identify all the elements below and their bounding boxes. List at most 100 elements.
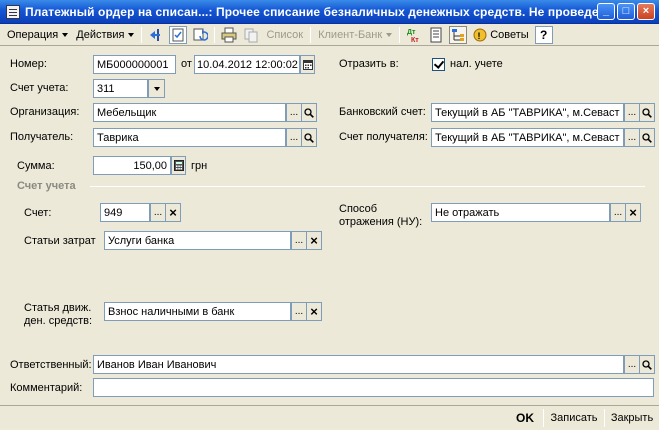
client-bank-menu-button[interactable]: Клиент-Банк [314,25,396,45]
tips-label: Советы [490,28,529,41]
responsible-select-button[interactable]: ... [624,355,640,374]
clear-icon: × [169,205,177,220]
recipient-account-open-button[interactable] [639,128,655,147]
maximize-button[interactable]: □ [617,3,635,20]
save-button[interactable]: Записать [546,408,602,428]
cash-flow-item-select-button[interactable]: ... [291,302,307,321]
button-separator [604,409,605,427]
close-button[interactable]: Закрыть [607,408,657,428]
comment-input[interactable] [93,378,654,397]
account-label: Счет учета: [10,82,69,94]
operation-menu-button[interactable]: Операция [3,25,72,45]
toolbar-separator [399,26,401,43]
magnifier-icon [642,107,652,118]
cost-item-clear-button[interactable]: × [306,231,322,250]
account-dropdown-button[interactable] [148,79,165,98]
client-bank-label: Клиент-Банк [318,28,383,41]
dt-kt-icon: ДтКт [407,29,419,43]
tax-method-clear-button[interactable]: × [625,203,641,222]
magnifier-icon [304,132,314,143]
cash-flow-item-clear-button[interactable]: × [306,302,322,321]
sum-input[interactable]: 150,00 [93,156,171,175]
cash-flow-label-line1: Статья движ. [24,302,92,314]
title-bar: Платежный ордер на списан...: Прочее спи… [0,0,659,24]
hierarchy-icon [452,28,465,41]
document-icon [6,4,20,19]
currency-label: грн [191,160,208,172]
svg-text:!: ! [478,31,481,41]
sub-account-input[interactable]: 949 [100,203,150,222]
account-select[interactable]: 311 [93,79,148,98]
post-button[interactable] [169,25,188,44]
tax-accounting-label: нал. учете [450,58,503,70]
tips-button[interactable]: ! Советы [469,25,532,45]
calculator-icon [173,160,184,171]
recipient-open-button[interactable] [301,128,317,147]
structure-button[interactable] [449,25,468,44]
list-button[interactable]: Список [262,25,307,45]
recipient-account-label: Счет получателя: [339,131,428,143]
method-label-line1: Способ [339,203,378,215]
calculator-button[interactable] [171,156,186,175]
sub-account-select-button[interactable]: ... [150,203,166,222]
refresh-icon [193,28,209,41]
responsible-open-button[interactable] [639,355,655,374]
refresh-button[interactable] [191,26,209,44]
recipient-account-input[interactable]: Текущий в АБ "ТАВРИКА", м.Севаст [431,128,624,147]
clear-icon: × [629,205,637,220]
window-title: Платежный ордер на списан...: Прочее спи… [25,4,597,19]
arrow-left-icon [150,28,161,41]
actions-menu-button[interactable]: Действия [72,25,138,45]
help-button[interactable]: ? [534,25,553,44]
svg-text:Дт: Дт [407,29,416,36]
bank-account-label: Банковский счет: [339,106,426,118]
organization-select-button[interactable]: ... [286,103,302,122]
chevron-down-icon [386,32,393,37]
date-label: от [181,58,192,70]
tax-method-input[interactable]: Не отражать [431,203,610,222]
actions-menu-label: Действия [76,28,125,41]
organization-open-button[interactable] [301,103,317,122]
svg-text:Кт: Кт [411,37,419,43]
group-divider [90,186,645,187]
print-button[interactable] [220,26,238,44]
calendar-button[interactable] [300,55,315,74]
bank-account-input[interactable]: Текущий в АБ "ТАВРИКА", м.Севаст [431,103,624,122]
recipient-input[interactable]: Таврика [93,128,286,147]
tax-method-select-button[interactable]: ... [610,203,626,222]
tax-accounting-checkbox[interactable] [432,58,445,71]
post-and-close-button[interactable] [147,26,165,44]
journal-button[interactable] [427,26,445,44]
tips-icon: ! [473,28,487,41]
copy-icon [244,28,258,42]
close-window-button[interactable]: × [637,3,655,20]
bank-account-open-button[interactable] [639,103,655,122]
help-icon: ? [540,27,548,42]
number-input[interactable]: МБ000000001 [93,55,176,74]
clear-icon: × [310,233,318,248]
bank-account-select-button[interactable]: ... [624,103,640,122]
reflect-label: Отразить в: [339,58,399,70]
bottom-bar: OK Записать Закрыть [0,405,659,430]
date-input[interactable]: 10.04.2012 12:00:02 [194,55,300,74]
ok-button[interactable]: OK [509,408,541,428]
minimize-button[interactable]: _ [597,3,615,20]
magnifier-icon [642,132,652,143]
copy-button [242,26,260,44]
cost-item-select-button[interactable]: ... [291,231,307,250]
window-controls: _ □ × [597,3,655,20]
responsible-input[interactable]: Иванов Иван Иванович [93,355,624,374]
dt-kt-button[interactable]: Дт Кт [405,26,423,44]
organization-label: Организация: [10,106,80,118]
toolbar: Операция Действия Список Клиент-Банк Дт К… [0,24,659,46]
cash-flow-item-input[interactable]: Взнос наличными в банк [104,302,291,321]
comment-label: Комментарий: [10,382,83,394]
recipient-account-select-button[interactable]: ... [624,128,640,147]
sub-account-clear-button[interactable]: × [165,203,181,222]
recipient-select-button[interactable]: ... [286,128,302,147]
toolbar-separator [141,26,143,43]
organization-input[interactable]: Мебельщик [93,103,286,122]
toolbar-separator [310,26,312,43]
cost-item-input[interactable]: Услуги банка [104,231,291,250]
magnifier-icon [642,359,652,370]
